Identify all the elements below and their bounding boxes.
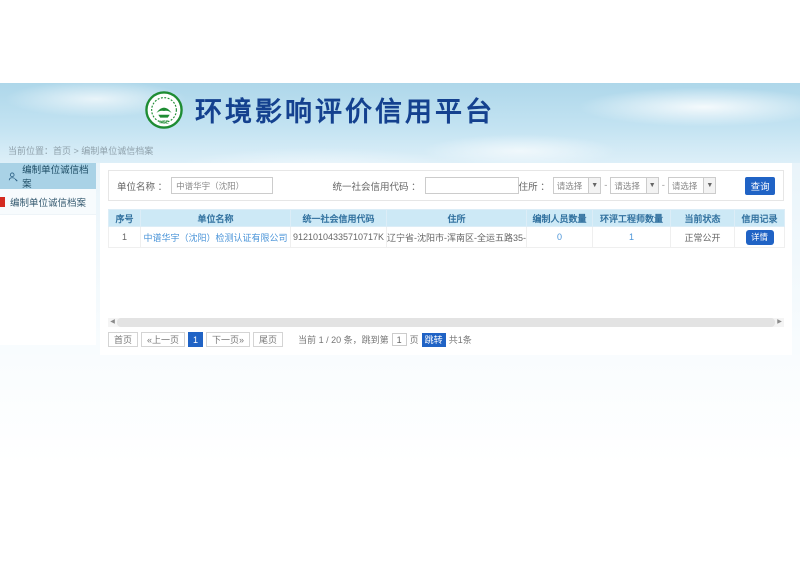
scrollbar-thumb[interactable] — [117, 318, 775, 327]
cell-status: 正常公开 — [671, 227, 735, 248]
select-value: 请选择 — [611, 180, 645, 192]
results-table: 序号 单位名称 统一社会信用代码 住所 编制人员数量 环评工程师数量 当前状态 … — [108, 209, 785, 248]
address-label: 住所 ： — [519, 179, 550, 193]
table-empty-area — [100, 248, 792, 318]
col-address: 住所 — [387, 210, 527, 227]
address-select-district[interactable]: 请选择 ▼ — [668, 177, 716, 194]
current-page-button[interactable]: 1 — [188, 332, 203, 347]
pagination: 首页 «上一页 1 下一页» 尾页 当前 1 / 20 条，跳到第 页 跳转 共… — [108, 332, 784, 347]
cell-address: 辽宁省-沈阳市-浑南区-全运五路35-1号楼902 — [387, 227, 527, 248]
page-info-mid: 条，跳到第 — [344, 333, 389, 346]
chevron-down-icon: ▼ — [646, 178, 658, 193]
unit-name-input[interactable] — [171, 177, 273, 194]
credit-code-label: 统一社会信用代码 ： — [333, 179, 421, 193]
next-page-button[interactable]: 下一页» — [206, 332, 250, 347]
search-form: 单位名称 ： 统一社会信用代码 ： 住所 ： 请选择 ▼ - 请选择 ▼ - 请… — [108, 170, 784, 201]
sidebar-item-label: 编制单位诚信档案 — [10, 195, 86, 209]
separator: - — [604, 180, 607, 191]
prev-page-button[interactable]: «上一页 — [141, 332, 185, 347]
chevron-down-icon: ▼ — [588, 178, 600, 193]
separator: - — [662, 180, 665, 191]
banner: MEE 环境影响评价信用平台 当前位置：首页 > 编制单位诚信档案 — [0, 83, 800, 163]
first-page-button[interactable]: 首页 — [108, 332, 138, 347]
sidebar: 编制单位诚信档案 编制单位诚信档案 — [0, 163, 96, 345]
sidebar-item-label: 编制单位诚信档案 — [22, 162, 92, 190]
jump-page-input[interactable] — [392, 333, 407, 346]
horizontal-scrollbar[interactable]: ◀ ▶ — [108, 318, 784, 327]
active-marker — [0, 197, 5, 207]
address-select-province[interactable]: 请选择 ▼ — [553, 177, 601, 194]
address-select-city[interactable]: 请选择 ▼ — [610, 177, 658, 194]
total-count: 共1条 — [449, 333, 472, 346]
select-value: 请选择 — [554, 180, 588, 192]
engineer-count-link[interactable]: 1 — [629, 232, 634, 242]
cell-credit-code: 91210104335710717K — [291, 227, 387, 248]
staff-count-link[interactable]: 0 — [557, 232, 562, 242]
last-page-button[interactable]: 尾页 — [253, 332, 283, 347]
main-content: 单位名称 ： 统一社会信用代码 ： 住所 ： 请选择 ▼ - 请选择 ▼ - 请… — [100, 163, 792, 355]
credit-code-input[interactable] — [425, 177, 519, 194]
svg-text:MEE: MEE — [159, 119, 168, 124]
scroll-left-icon[interactable]: ◀ — [108, 318, 117, 327]
brand: MEE 环境影响评价信用平台 — [145, 90, 495, 129]
cell-index: 1 — [109, 227, 141, 248]
scroll-right-icon[interactable]: ▶ — [775, 318, 784, 327]
unit-name-label: 单位名称 ： — [117, 179, 167, 193]
pagination-info: 当前 1 / 20 条，跳到第 页 跳转 共1条 — [298, 333, 472, 347]
mee-logo-icon: MEE — [145, 91, 183, 129]
person-search-icon — [8, 171, 18, 182]
col-credit-record: 信用记录 — [735, 210, 785, 227]
table-header-row: 序号 单位名称 统一社会信用代码 住所 编制人员数量 环评工程师数量 当前状态 … — [109, 210, 785, 227]
col-credit-code: 统一社会信用代码 — [291, 210, 387, 227]
jump-button[interactable]: 跳转 — [422, 333, 446, 347]
page-fraction: 1 / 20 — [319, 335, 342, 345]
sidebar-section-credit-archive[interactable]: 编制单位诚信档案 — [0, 163, 96, 189]
col-index: 序号 — [109, 210, 141, 227]
col-unit-name: 单位名称 — [141, 210, 291, 227]
select-value: 请选择 — [669, 180, 703, 192]
sidebar-item-credit-archive[interactable]: 编制单位诚信档案 — [0, 189, 96, 215]
page-info-unit: 页 — [410, 333, 419, 346]
col-engineer-count: 环评工程师数量 — [593, 210, 671, 227]
site-title: 环境影响评价信用平台 — [195, 90, 495, 129]
query-button[interactable]: 查询 — [745, 177, 775, 195]
table-row: 1 中谱华宇（沈阳）检测认证有限公司 91210104335710717K 辽宁… — [109, 227, 785, 248]
page-info-prefix: 当前 — [298, 333, 316, 346]
col-staff-count: 编制人员数量 — [527, 210, 593, 227]
chevron-down-icon: ▼ — [703, 178, 715, 193]
detail-button[interactable]: 详情 — [746, 230, 774, 245]
breadcrumb: 当前位置：首页 > 编制单位诚信档案 — [8, 144, 153, 157]
unit-name-link[interactable]: 中谱华宇（沈阳）检测认证有限公司 — [143, 233, 287, 243]
page: MEE 环境影响评价信用平台 当前位置：首页 > 编制单位诚信档案 编制单位诚信… — [0, 0, 800, 565]
col-status: 当前状态 — [671, 210, 735, 227]
